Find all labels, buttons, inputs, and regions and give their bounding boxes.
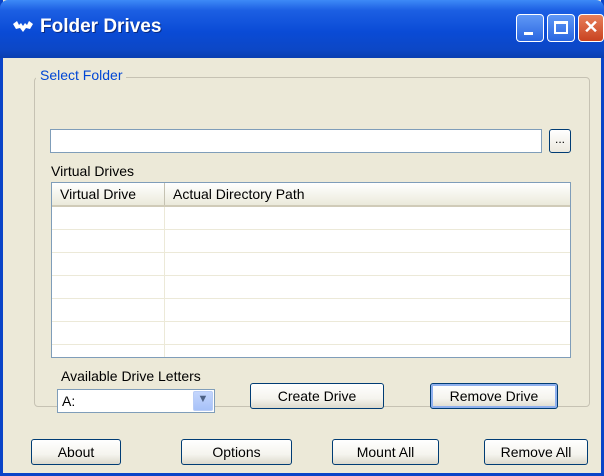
window-title: Folder Drives bbox=[40, 16, 162, 37]
column-header-virtual-drive[interactable]: Virtual Drive bbox=[52, 183, 165, 205]
folder-path-input[interactable] bbox=[50, 129, 542, 153]
list-row[interactable] bbox=[52, 207, 570, 230]
maximize-icon bbox=[554, 21, 568, 34]
chevron-down-icon: ▼ bbox=[197, 393, 209, 405]
options-button[interactable]: Options bbox=[181, 439, 292, 465]
browse-button[interactable]: ... bbox=[549, 129, 571, 153]
list-row[interactable] bbox=[52, 276, 570, 299]
remove-all-button[interactable]: Remove All bbox=[484, 439, 588, 465]
close-button[interactable]: ✕ bbox=[578, 14, 604, 42]
select-folder-label: Select Folder bbox=[36, 67, 127, 83]
create-drive-button[interactable]: Create Drive bbox=[250, 383, 384, 409]
selected-drive-letter: A: bbox=[62, 393, 76, 409]
title-bar[interactable]: Folder Drives ✕ bbox=[0, 0, 604, 58]
minimize-button[interactable] bbox=[516, 14, 544, 42]
list-row[interactable] bbox=[52, 230, 570, 253]
column-header-directory-path[interactable]: Actual Directory Path bbox=[165, 183, 570, 205]
mount-all-button[interactable]: Mount All bbox=[332, 439, 439, 465]
minimize-icon bbox=[524, 32, 533, 35]
close-icon: ✕ bbox=[583, 17, 599, 37]
list-row[interactable] bbox=[52, 253, 570, 276]
available-drive-letters-label: Available Drive Letters bbox=[61, 368, 201, 384]
remove-drive-button[interactable]: Remove Drive bbox=[430, 383, 558, 409]
list-row[interactable] bbox=[52, 322, 570, 345]
drive-letter-select[interactable]: A: ▼ bbox=[57, 389, 215, 413]
list-header: Virtual Drive Actual Directory Path bbox=[52, 183, 570, 207]
virtual-drives-label: Virtual Drives bbox=[51, 163, 134, 179]
virtual-drives-list[interactable]: Virtual Drive Actual Directory Path bbox=[51, 182, 571, 358]
maximize-button[interactable] bbox=[547, 14, 575, 42]
list-row[interactable] bbox=[52, 299, 570, 322]
dropdown-button[interactable]: ▼ bbox=[193, 391, 213, 411]
about-button[interactable]: About bbox=[31, 439, 121, 465]
list-row[interactable] bbox=[52, 345, 570, 357]
bat-icon bbox=[13, 21, 33, 32]
